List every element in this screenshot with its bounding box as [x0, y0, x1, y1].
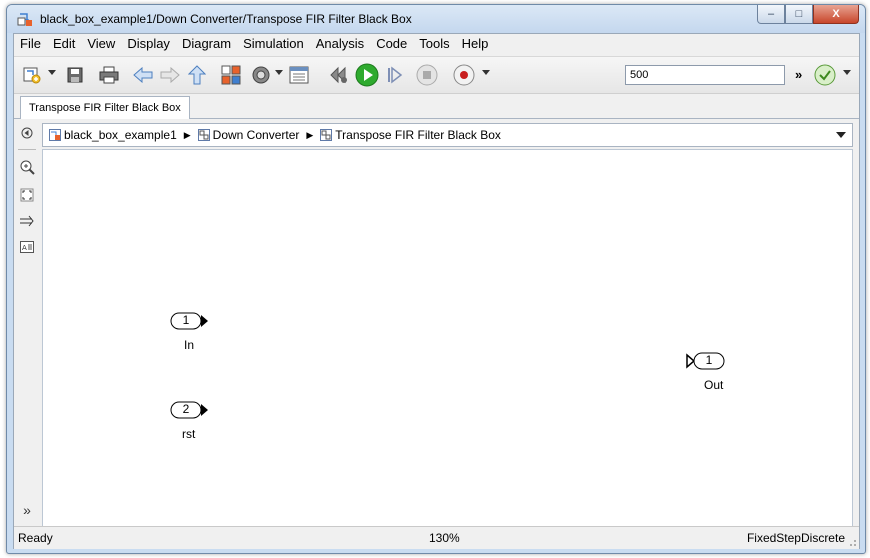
outport-block-out[interactable]: 1 [686, 352, 726, 370]
forward-button[interactable] [158, 63, 182, 87]
step-back-icon [330, 66, 347, 84]
menu-code[interactable]: Code [370, 34, 413, 54]
record-dropdown-icon[interactable] [482, 70, 490, 75]
breadcrumb-item[interactable]: black_box_example1 [64, 128, 177, 142]
advisor-dropdown-icon[interactable] [843, 70, 851, 75]
tab-transpose-fir[interactable]: Transpose FIR Filter Black Box [20, 96, 190, 119]
status-text: Ready [18, 531, 53, 545]
menu-simulation[interactable]: Simulation [237, 34, 310, 54]
menu-help[interactable]: Help [456, 34, 495, 54]
up-button[interactable] [185, 63, 209, 87]
step-forward-button[interactable] [383, 63, 407, 87]
zoom-level: 130% [429, 531, 460, 545]
inport-label: rst [182, 427, 196, 441]
annotation-button[interactable]: A [19, 239, 35, 255]
new-model-dropdown-icon[interactable] [48, 70, 56, 75]
settings-dropdown-icon[interactable] [275, 70, 283, 75]
back-button[interactable] [131, 63, 155, 87]
status-bar: Ready 130% FixedStepDiscrete [14, 526, 859, 549]
new-model-button[interactable] [20, 63, 44, 87]
model-advisor-button[interactable] [813, 63, 837, 87]
left-toolbar: A » [14, 119, 40, 524]
inport-block-in[interactable]: 1 [170, 312, 210, 330]
arrow-left-icon [133, 67, 153, 83]
print-button[interactable] [97, 63, 121, 87]
outport-number: 1 [705, 353, 713, 367]
menu-display[interactable]: Display [121, 34, 176, 54]
resize-grip-icon[interactable] [847, 537, 857, 547]
maximize-button[interactable]: □ [785, 5, 813, 24]
breadcrumb: black_box_example1 ▶ Down Converter ▶ Tr… [49, 128, 501, 142]
menu-diagram[interactable]: Diagram [176, 34, 237, 54]
menu-edit[interactable]: Edit [47, 34, 81, 54]
model-settings-button[interactable] [249, 63, 273, 87]
left-toolbar-divider [18, 149, 36, 150]
fit-to-view-icon [20, 188, 34, 202]
simulink-window: black_box_example1/Down Converter/Transp… [6, 4, 866, 554]
library-browser-button[interactable] [219, 63, 243, 87]
breadcrumb-separator-icon: ▶ [306, 130, 314, 140]
close-button[interactable]: X [813, 5, 859, 24]
arrow-up-icon [188, 65, 206, 85]
run-button[interactable] [355, 63, 379, 87]
inport-label: In [184, 338, 195, 352]
gear-icon [252, 66, 270, 84]
breadcrumb-item[interactable]: Down Converter [213, 128, 300, 142]
outport-label: Out [704, 378, 724, 392]
library-browser-icon [221, 65, 241, 85]
svg-text:A: A [22, 244, 27, 252]
menu-analysis[interactable]: Analysis [310, 34, 370, 54]
save-icon [67, 67, 83, 83]
save-button[interactable] [63, 63, 87, 87]
stop-time-input[interactable]: 500 [625, 65, 785, 85]
hide-browser-button[interactable] [19, 125, 35, 141]
new-model-icon [23, 67, 41, 84]
menu-tools[interactable]: Tools [413, 34, 455, 54]
toolbar-overflow-button[interactable]: » [795, 67, 802, 82]
breadcrumb-item[interactable]: Transpose FIR Filter Black Box [335, 128, 501, 142]
arrow-right-icon [160, 67, 180, 83]
breadcrumb-separator-icon: ▶ [183, 130, 191, 140]
menu-view[interactable]: View [81, 34, 121, 54]
print-icon [99, 66, 119, 84]
arrows-right-icon [20, 215, 34, 227]
minimize-button[interactable]: – [757, 5, 785, 24]
toolbar: 500 » [14, 56, 859, 94]
step-back-button[interactable] [327, 63, 351, 87]
annotation-icon: A [20, 241, 34, 253]
address-bar: black_box_example1 ▶ Down Converter ▶ Tr… [42, 123, 853, 147]
window-content: File Edit View Display Diagram Simulatio… [13, 33, 860, 549]
menu-file[interactable]: File [14, 34, 47, 54]
title-bar: black_box_example1/Down Converter/Transp… [7, 5, 865, 33]
fit-to-view-button[interactable] [19, 187, 35, 203]
tab-row: Transpose FIR Filter Black Box [14, 94, 859, 119]
inport-number: 2 [182, 402, 190, 416]
stop-button[interactable] [415, 63, 439, 87]
subsystem-icon [197, 129, 210, 141]
record-button[interactable] [452, 63, 476, 87]
model-icon [49, 129, 61, 141]
inport-number: 1 [182, 313, 190, 327]
model-explorer-icon [289, 66, 309, 84]
diagram-canvas[interactable]: 1 In 2 rst 1 Out [42, 149, 853, 528]
subsystem-icon [320, 129, 333, 141]
checkmark-icon [814, 64, 836, 86]
simulink-model-icon [17, 13, 32, 26]
inport-block-rst[interactable]: 2 [170, 401, 210, 419]
zoom-in-icon [20, 160, 35, 175]
window-controls: – □ X [757, 5, 859, 25]
model-explorer-button[interactable] [287, 63, 311, 87]
collapse-icon [21, 127, 33, 139]
step-forward-icon [388, 66, 403, 84]
run-icon [355, 63, 379, 87]
breadcrumb-dropdown-icon[interactable] [836, 132, 846, 138]
solver-name: FixedStepDiscrete [746, 531, 845, 545]
stop-icon [416, 64, 438, 86]
zoom-button[interactable] [19, 159, 35, 175]
record-icon [453, 64, 475, 86]
window-title: black_box_example1/Down Converter/Transp… [40, 12, 412, 26]
show-signals-button[interactable] [19, 213, 35, 229]
menu-bar: File Edit View Display Diagram Simulatio… [14, 34, 859, 54]
expand-palette-button[interactable]: » [19, 502, 35, 518]
